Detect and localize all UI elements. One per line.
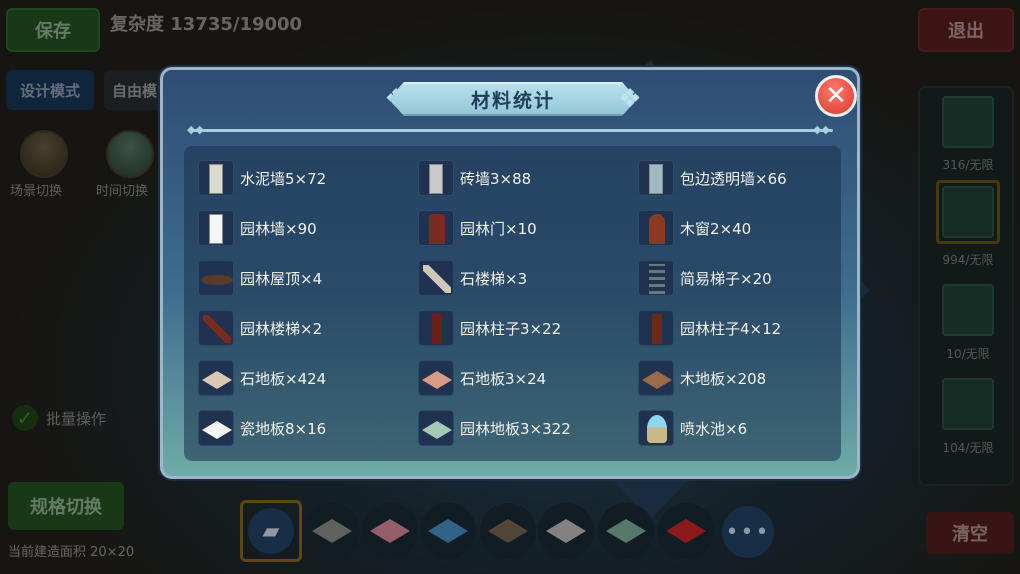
material-list: 水泥墙5×72 砖墙3×88 包边透明墙×66 园林墙×90 园林门×10 木窗… <box>184 146 841 461</box>
garden-door-icon <box>418 210 454 246</box>
list-item: 园林墙×90 <box>198 208 317 248</box>
dialog-title: 材料统计 <box>470 89 555 112</box>
item-label: 石地板3×24 <box>460 369 547 388</box>
list-item: 石地板3×24 <box>418 358 546 398</box>
item-label: 园林墙×90 <box>240 219 317 238</box>
list-item: 园林柱子3×22 <box>418 308 561 348</box>
item-label: 包边透明墙×66 <box>680 169 787 188</box>
list-item: 园林门×10 <box>418 208 537 248</box>
list-item: 瓷地板8×16 <box>198 408 326 448</box>
fountain-icon <box>638 410 674 446</box>
wood-floor-icon <box>638 360 674 396</box>
ladder-icon <box>638 260 674 296</box>
item-label: 园林柱子4×12 <box>680 319 782 338</box>
divider <box>193 129 833 132</box>
list-item: 石楼梯×3 <box>418 258 527 298</box>
tile-floor-icon <box>198 410 234 446</box>
list-item: 简易梯子×20 <box>638 258 772 298</box>
item-label: 瓷地板8×16 <box>240 419 327 438</box>
garden-stairs-icon <box>198 310 234 346</box>
material-stats-dialog: ❖ 材料统计 ❖ ✕ ◆◆ ◆◆ 水泥墙5×72 砖墙3×88 包边透明墙×66… <box>160 67 860 479</box>
cement-wall-icon <box>198 160 234 196</box>
list-item: 砖墙3×88 <box>418 158 531 198</box>
item-label: 园林屋顶×4 <box>240 269 323 288</box>
list-item: 园林地板3×322 <box>418 408 571 448</box>
item-label: 喷水池×6 <box>680 419 748 438</box>
item-label: 园林柱子3×22 <box>460 319 562 338</box>
garden-floor-icon <box>418 410 454 446</box>
item-label: 园林门×10 <box>460 219 537 238</box>
item-label: 砖墙3×88 <box>460 169 532 188</box>
list-item: 木窗2×40 <box>638 208 751 248</box>
garden-wall-icon <box>198 210 234 246</box>
item-label: 园林楼梯×2 <box>240 319 323 338</box>
stone-stairs-icon <box>418 260 454 296</box>
wood-window-icon <box>638 210 674 246</box>
list-item: 喷水池×6 <box>638 408 747 448</box>
item-label: 石楼梯×3 <box>460 269 528 288</box>
list-item: 园林柱子4×12 <box>638 308 781 348</box>
list-item: 水泥墙5×72 <box>198 158 326 198</box>
item-label: 木窗2×40 <box>680 219 752 238</box>
list-item: 包边透明墙×66 <box>638 158 787 198</box>
close-icon[interactable]: ✕ <box>815 75 857 117</box>
divider-right-knob-icon: ◆◆ <box>813 123 830 136</box>
item-label: 木地板×208 <box>680 369 767 388</box>
list-item: 木地板×208 <box>638 358 766 398</box>
brick-wall-icon <box>418 160 454 196</box>
garden-pillar-icon <box>418 310 454 346</box>
list-item: 园林楼梯×2 <box>198 308 322 348</box>
title-right-ornament-icon: ❖ <box>618 84 642 114</box>
garden-roof-icon <box>198 260 234 296</box>
garden-pillar-icon <box>638 310 674 346</box>
item-label: 简易梯子×20 <box>680 269 772 288</box>
item-label: 石地板×424 <box>240 369 327 388</box>
list-item: 园林屋顶×4 <box>198 258 322 298</box>
item-label: 园林地板3×322 <box>460 419 571 438</box>
list-item: 石地板×424 <box>198 358 326 398</box>
stone-floor-icon <box>198 360 234 396</box>
glass-wall-icon <box>638 160 674 196</box>
stone-floor-icon <box>418 360 454 396</box>
title-banner: 材料统计 <box>389 82 637 116</box>
item-label: 水泥墙5×72 <box>240 169 327 188</box>
